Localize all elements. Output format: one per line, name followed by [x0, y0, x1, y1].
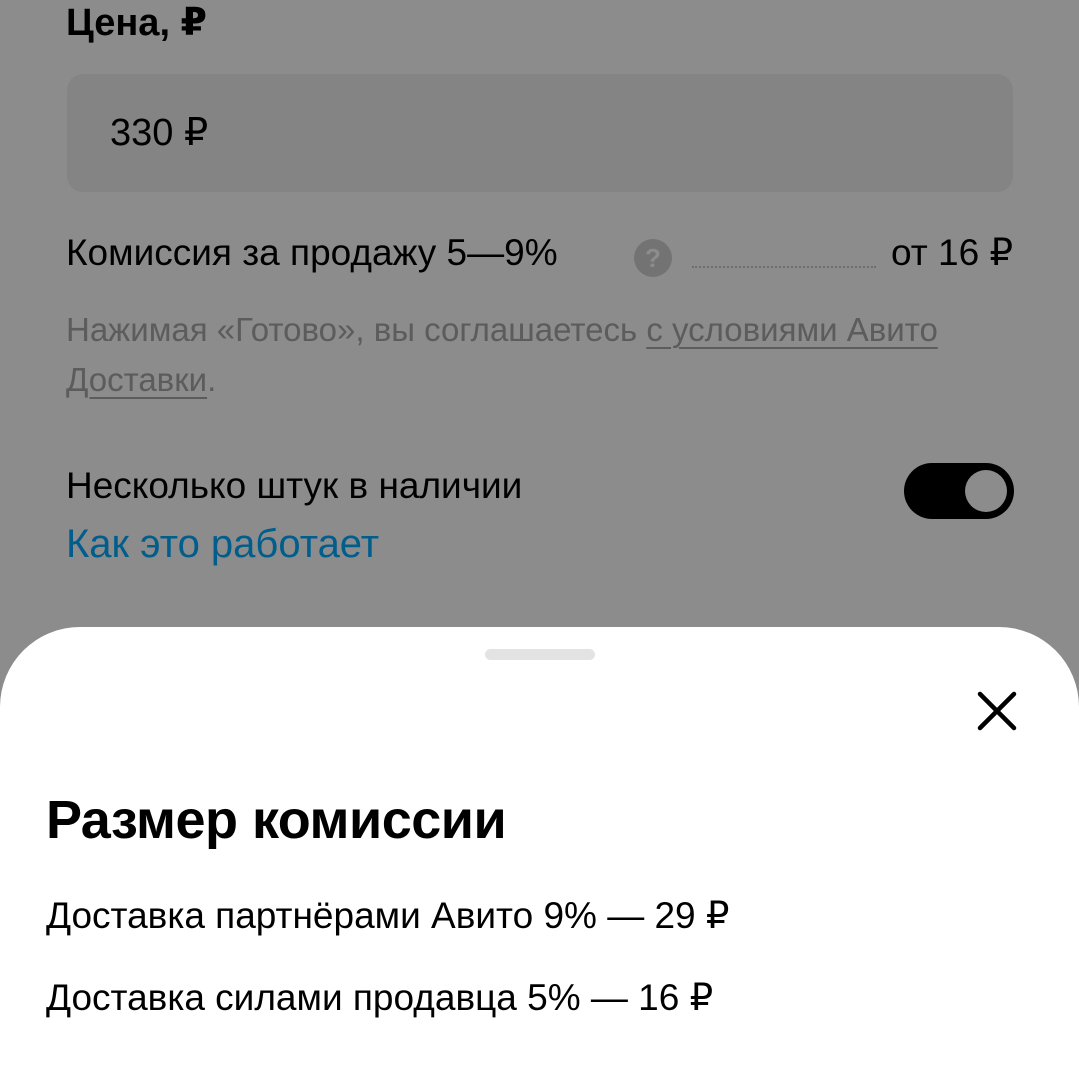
commission-partner-delivery: Доставка партнёрами Авито 9% — 29 ₽ — [46, 895, 730, 936]
commission-bottom-sheet: Размер комиссии Доставка партнёрами Авит… — [0, 627, 1079, 1075]
close-button[interactable] — [968, 682, 1026, 740]
sheet-drag-handle[interactable] — [485, 649, 595, 660]
sheet-title: Размер комиссии — [46, 790, 507, 850]
commission-seller-delivery: Доставка силами продавца 5% — 16 ₽ — [46, 977, 714, 1018]
close-icon — [977, 691, 1017, 731]
